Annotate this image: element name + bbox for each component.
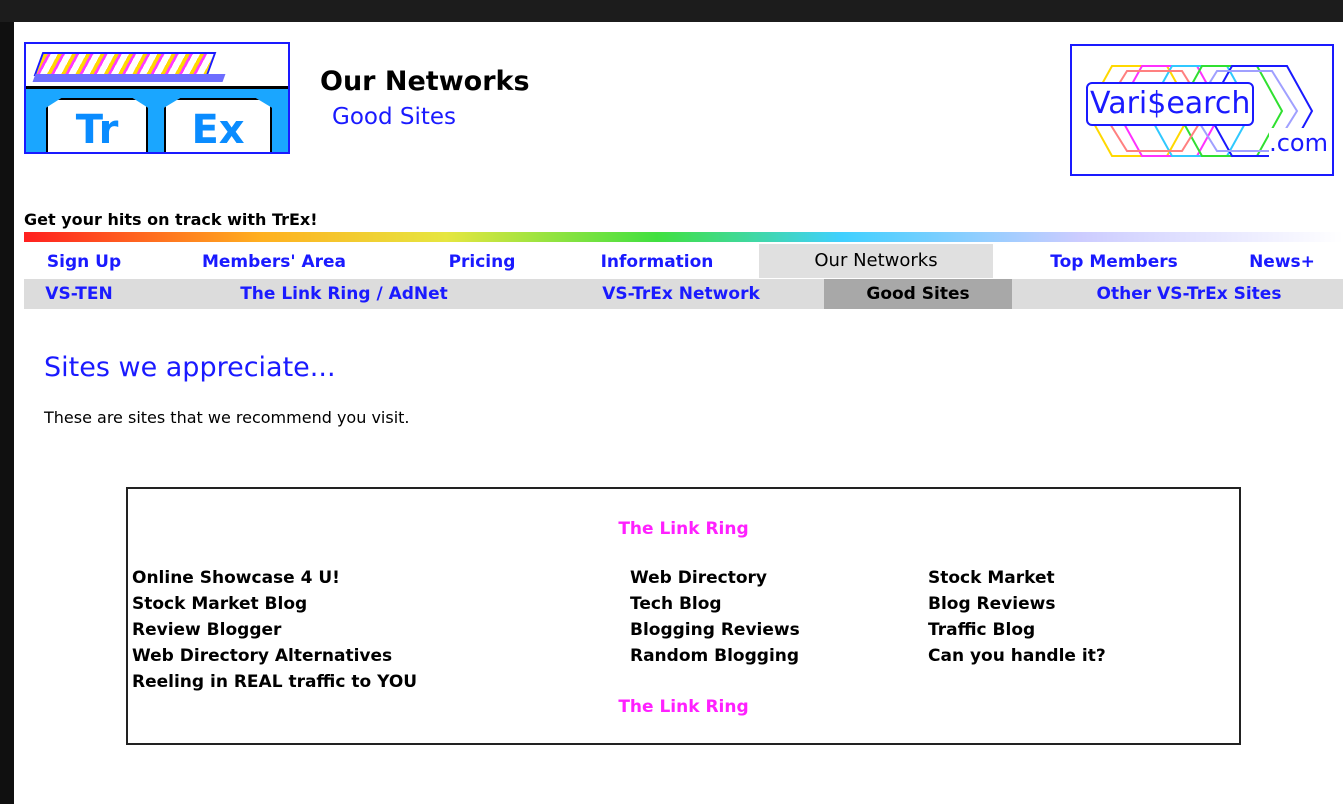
varisearch-logo-text: Vari$earch bbox=[1086, 82, 1255, 126]
window-left-border bbox=[0, 22, 14, 804]
link-ring-column-1: Online Showcase 4 U! Stock Market Blog R… bbox=[132, 565, 417, 695]
link-ring-box: The Link Ring Online Showcase 4 U! Stock… bbox=[126, 487, 1241, 745]
ring-link[interactable]: Blog Reviews bbox=[928, 591, 1106, 617]
logo-letters-right: Ex bbox=[164, 98, 272, 152]
ring-link[interactable]: Random Blogging bbox=[630, 643, 800, 669]
intro-text: These are sites that we recommend you vi… bbox=[44, 408, 410, 427]
logo-letters-left: Tr bbox=[46, 98, 148, 152]
nav-top-members[interactable]: Top Members bbox=[1014, 244, 1214, 278]
subnav-vs-ten[interactable]: VS-TEN bbox=[24, 279, 134, 309]
ring-link[interactable]: Blogging Reviews bbox=[630, 617, 800, 643]
subnav-link-ring-adnet[interactable]: The Link Ring / AdNet bbox=[194, 279, 494, 309]
train-base-graphic bbox=[32, 74, 226, 82]
ring-link[interactable]: Stock Market Blog bbox=[132, 591, 417, 617]
subnav-good-sites[interactable]: Good Sites bbox=[824, 279, 1012, 309]
rainbow-divider bbox=[24, 232, 1343, 242]
ring-link[interactable]: Tech Blog bbox=[630, 591, 800, 617]
varisearch-logo[interactable]: Vari$earch .com bbox=[1070, 44, 1334, 176]
nav-sign-up[interactable]: Sign Up bbox=[24, 244, 144, 278]
section-heading: Sites we appreciate... bbox=[44, 352, 336, 383]
nav-news[interactable]: News+ bbox=[1228, 244, 1336, 278]
link-ring-column-2: Web Directory Tech Blog Blogging Reviews… bbox=[630, 565, 800, 669]
ring-link[interactable]: Can you handle it? bbox=[928, 643, 1106, 669]
subnav-other-vs-trex-sites[interactable]: Other VS-TrEx Sites bbox=[1044, 279, 1334, 309]
nav-members-area[interactable]: Members' Area bbox=[174, 244, 374, 278]
trex-logo[interactable]: Tr Ex bbox=[24, 42, 290, 154]
ring-link[interactable]: Review Blogger bbox=[132, 617, 417, 643]
ring-link[interactable]: Online Showcase 4 U! bbox=[132, 565, 417, 591]
train-rail-graphic bbox=[33, 52, 217, 76]
page-title: Our Networks bbox=[320, 66, 530, 97]
link-ring-title-bottom[interactable]: The Link Ring bbox=[128, 697, 1239, 717]
subnav-vs-trex-network[interactable]: VS-TrEx Network bbox=[570, 279, 792, 309]
varisearch-logo-suffix: .com bbox=[1269, 128, 1328, 158]
ring-link[interactable]: Stock Market bbox=[928, 565, 1106, 591]
ring-link[interactable]: Web Directory Alternatives bbox=[132, 643, 417, 669]
primary-nav: Sign Up Members' Area Pricing Informatio… bbox=[24, 244, 1343, 278]
ring-link[interactable]: Web Directory bbox=[630, 565, 800, 591]
nav-information[interactable]: Information bbox=[572, 244, 742, 278]
secondary-nav: VS-TEN The Link Ring / AdNet VS-TrEx Net… bbox=[24, 279, 1343, 309]
tagline: Get your hits on track with TrEx! bbox=[24, 210, 318, 229]
window-top-bar bbox=[0, 0, 1343, 22]
page-subtitle: Good Sites bbox=[332, 104, 457, 130]
ring-link[interactable]: Reeling in REAL traffic to YOU bbox=[132, 669, 417, 695]
link-ring-column-3: Stock Market Blog Reviews Traffic Blog C… bbox=[928, 565, 1106, 669]
link-ring-title-top[interactable]: The Link Ring bbox=[128, 519, 1239, 539]
nav-pricing[interactable]: Pricing bbox=[422, 244, 542, 278]
nav-our-networks[interactable]: Our Networks bbox=[759, 244, 993, 278]
ring-link[interactable]: Traffic Blog bbox=[928, 617, 1106, 643]
